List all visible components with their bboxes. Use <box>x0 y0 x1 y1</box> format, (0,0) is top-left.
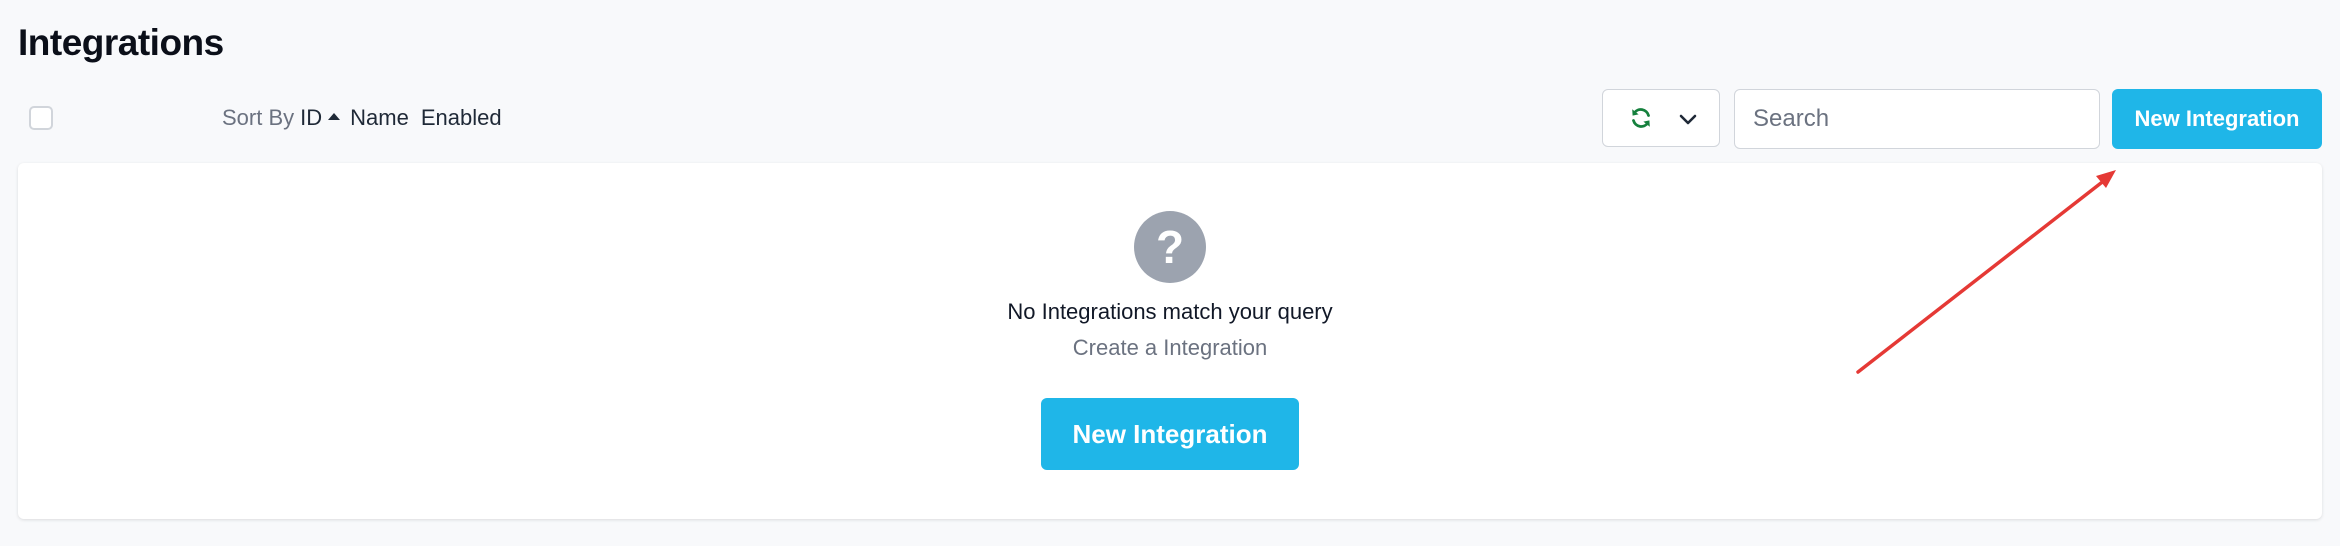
refresh-icon[interactable] <box>1629 106 1653 130</box>
select-all-checkbox[interactable] <box>29 106 53 130</box>
new-integration-button[interactable]: New Integration <box>2112 89 2322 149</box>
sort-controls: Sort By ID Name Enabled <box>222 104 514 132</box>
sort-ascending-icon <box>328 112 341 120</box>
question-icon: ? <box>1134 211 1206 283</box>
sort-option-id-label: ID <box>300 105 323 130</box>
search-input[interactable] <box>1734 89 2100 149</box>
sort-by-label: Sort By <box>222 105 295 130</box>
empty-state-subtitle: Create a Integration <box>1072 335 1268 360</box>
empty-state-title: No Integrations match your query <box>1007 299 1333 324</box>
sort-option-enabled[interactable]: Enabled <box>421 104 502 132</box>
refresh-button-group <box>1602 89 1720 147</box>
sort-option-name[interactable]: Name <box>350 104 409 132</box>
empty-state-panel: ? No Integrations match your query Creat… <box>18 163 2322 519</box>
sort-option-id[interactable]: ID <box>300 104 341 132</box>
page-title: Integrations <box>18 22 224 63</box>
chevron-down-icon[interactable] <box>1677 108 1699 130</box>
list-toolbar: Sort By ID Name Enabled New Integration <box>0 88 2340 150</box>
empty-state-new-integration-button[interactable]: New Integration <box>1041 398 1299 470</box>
